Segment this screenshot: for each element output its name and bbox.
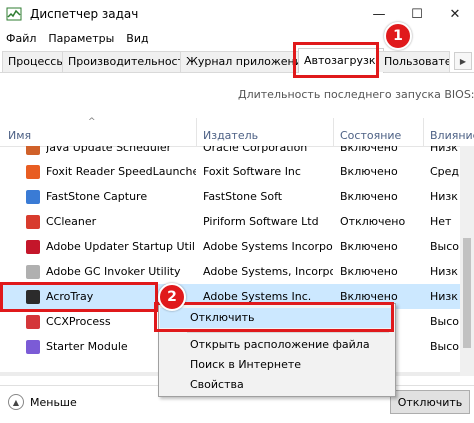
tab-users[interactable]: Пользовате	[378, 51, 450, 72]
menu-bar: Файл Параметры Вид	[0, 28, 155, 48]
context-menu-divider	[187, 332, 389, 333]
row-name: Foxit Reader SpeedLauncher	[46, 165, 196, 178]
foxit-icon	[26, 164, 40, 179]
chevron-right-icon: ▶	[459, 56, 467, 66]
column-divider[interactable]	[333, 118, 334, 146]
menu-file[interactable]: Файл	[0, 32, 42, 45]
context-menu-properties[interactable]: Свойства	[160, 375, 394, 395]
fewer-details-button[interactable]: ▲ Меньше	[8, 394, 77, 410]
table-row[interactable]: Java Update Scheduler Oracle Corporation…	[0, 146, 460, 160]
task-manager-window: Диспетчер задач — ☐ ✕ Файл Параметры Вид…	[0, 0, 474, 423]
sort-caret-icon: ^	[88, 117, 96, 127]
highlight-startup-tab	[293, 42, 379, 78]
bios-duration: Длительность последнего запуска BIOS: 6.…	[238, 88, 474, 101]
tab-bar: Процессы Производительность Журнал прило…	[0, 48, 474, 73]
column-header-status[interactable]: Состояние	[340, 129, 401, 142]
row-status: Включено	[340, 165, 398, 178]
tab-app-history[interactable]: Журнал приложений	[180, 51, 304, 72]
row-impact: Низк	[430, 190, 458, 203]
table-row[interactable]: FastStone Capture FastStone Soft Включен…	[0, 184, 460, 209]
table-header: ^ Имя Издатель Состояние Влияние	[0, 116, 474, 147]
row-publisher: Oracle Corporation	[203, 146, 308, 154]
tab-performance[interactable]: Производительность	[62, 51, 188, 72]
row-publisher: Adobe Systems Incorpor...	[203, 240, 333, 253]
fewer-details-label: Меньше	[30, 395, 77, 409]
step-badge-1: 1	[384, 22, 412, 50]
row-name: Java Update Scheduler	[46, 146, 172, 154]
row-impact: Высо	[430, 240, 460, 253]
row-impact: Нет	[430, 215, 452, 228]
vertical-scrollbar[interactable]	[460, 146, 474, 376]
maximize-icon: ☐	[411, 6, 423, 22]
ccx-icon	[26, 314, 40, 329]
row-impact: Низк	[430, 265, 458, 278]
row-name: FastStone Capture	[46, 190, 148, 203]
row-status: Включено	[340, 265, 398, 278]
row-name: CCleaner	[46, 215, 97, 228]
column-header-publisher[interactable]: Издатель	[203, 129, 258, 142]
starter-icon	[26, 339, 40, 354]
row-status: Включено	[340, 240, 398, 253]
tab-scroll-right-button[interactable]: ▶	[454, 52, 472, 70]
row-impact: Средн	[430, 165, 460, 178]
minimize-icon: —	[372, 6, 386, 22]
row-name: Adobe Updater Startup Utility	[46, 240, 196, 253]
close-button[interactable]: ✕	[436, 0, 474, 28]
row-status: Включено	[340, 190, 398, 203]
window-title: Диспетчер задач	[30, 7, 139, 21]
task-manager-icon	[6, 6, 22, 22]
row-status: Включено	[340, 146, 398, 154]
row-publisher: Adobe Systems, Incorpo...	[203, 265, 333, 278]
row-publisher: FastStone Soft	[203, 190, 283, 203]
table-row[interactable]: Adobe GC Invoker Utility Adobe Systems, …	[0, 259, 460, 284]
table-row[interactable]: Adobe Updater Startup Utility Adobe Syst…	[0, 234, 460, 259]
disable-button[interactable]: Отключить	[390, 390, 470, 414]
table-row[interactable]: Foxit Reader SpeedLauncher Foxit Softwar…	[0, 159, 460, 184]
close-icon: ✕	[449, 6, 461, 22]
column-divider[interactable]	[423, 118, 424, 146]
scrollbar-thumb[interactable]	[463, 238, 471, 348]
menu-view[interactable]: Вид	[120, 32, 154, 45]
column-header-impact[interactable]: Влияние	[430, 129, 474, 142]
highlight-disable-item	[154, 302, 394, 332]
chevron-up-icon: ▲	[8, 394, 24, 410]
context-menu-search-online[interactable]: Поиск в Интернете	[160, 355, 394, 375]
row-impact: Высо	[430, 340, 460, 353]
step-badge-2: 2	[158, 283, 186, 311]
row-impact: Низк	[430, 146, 458, 154]
column-divider[interactable]	[196, 118, 197, 146]
adobe-gc-icon	[26, 264, 40, 279]
table-row[interactable]: CCleaner Piriform Software Ltd Отключено…	[0, 209, 460, 234]
row-name: Adobe GC Invoker Utility	[46, 265, 181, 278]
row-publisher: Piriform Software Ltd	[203, 215, 319, 228]
column-header-name[interactable]: Имя	[8, 129, 31, 142]
tab-processes[interactable]: Процессы	[2, 51, 70, 72]
row-status: Отключено	[340, 215, 406, 228]
faststone-icon	[26, 189, 40, 204]
context-menu-open-file-location[interactable]: Открыть расположение файла	[160, 335, 394, 355]
adobe-updater-icon	[26, 239, 40, 254]
highlight-acrotray-row	[0, 282, 158, 312]
row-publisher: Foxit Software Inc	[203, 165, 301, 178]
ccleaner-icon	[26, 214, 40, 229]
row-impact: Низк	[430, 290, 458, 303]
java-icon	[26, 146, 40, 155]
menu-options[interactable]: Параметры	[42, 32, 120, 45]
row-impact: Высо	[430, 315, 460, 328]
